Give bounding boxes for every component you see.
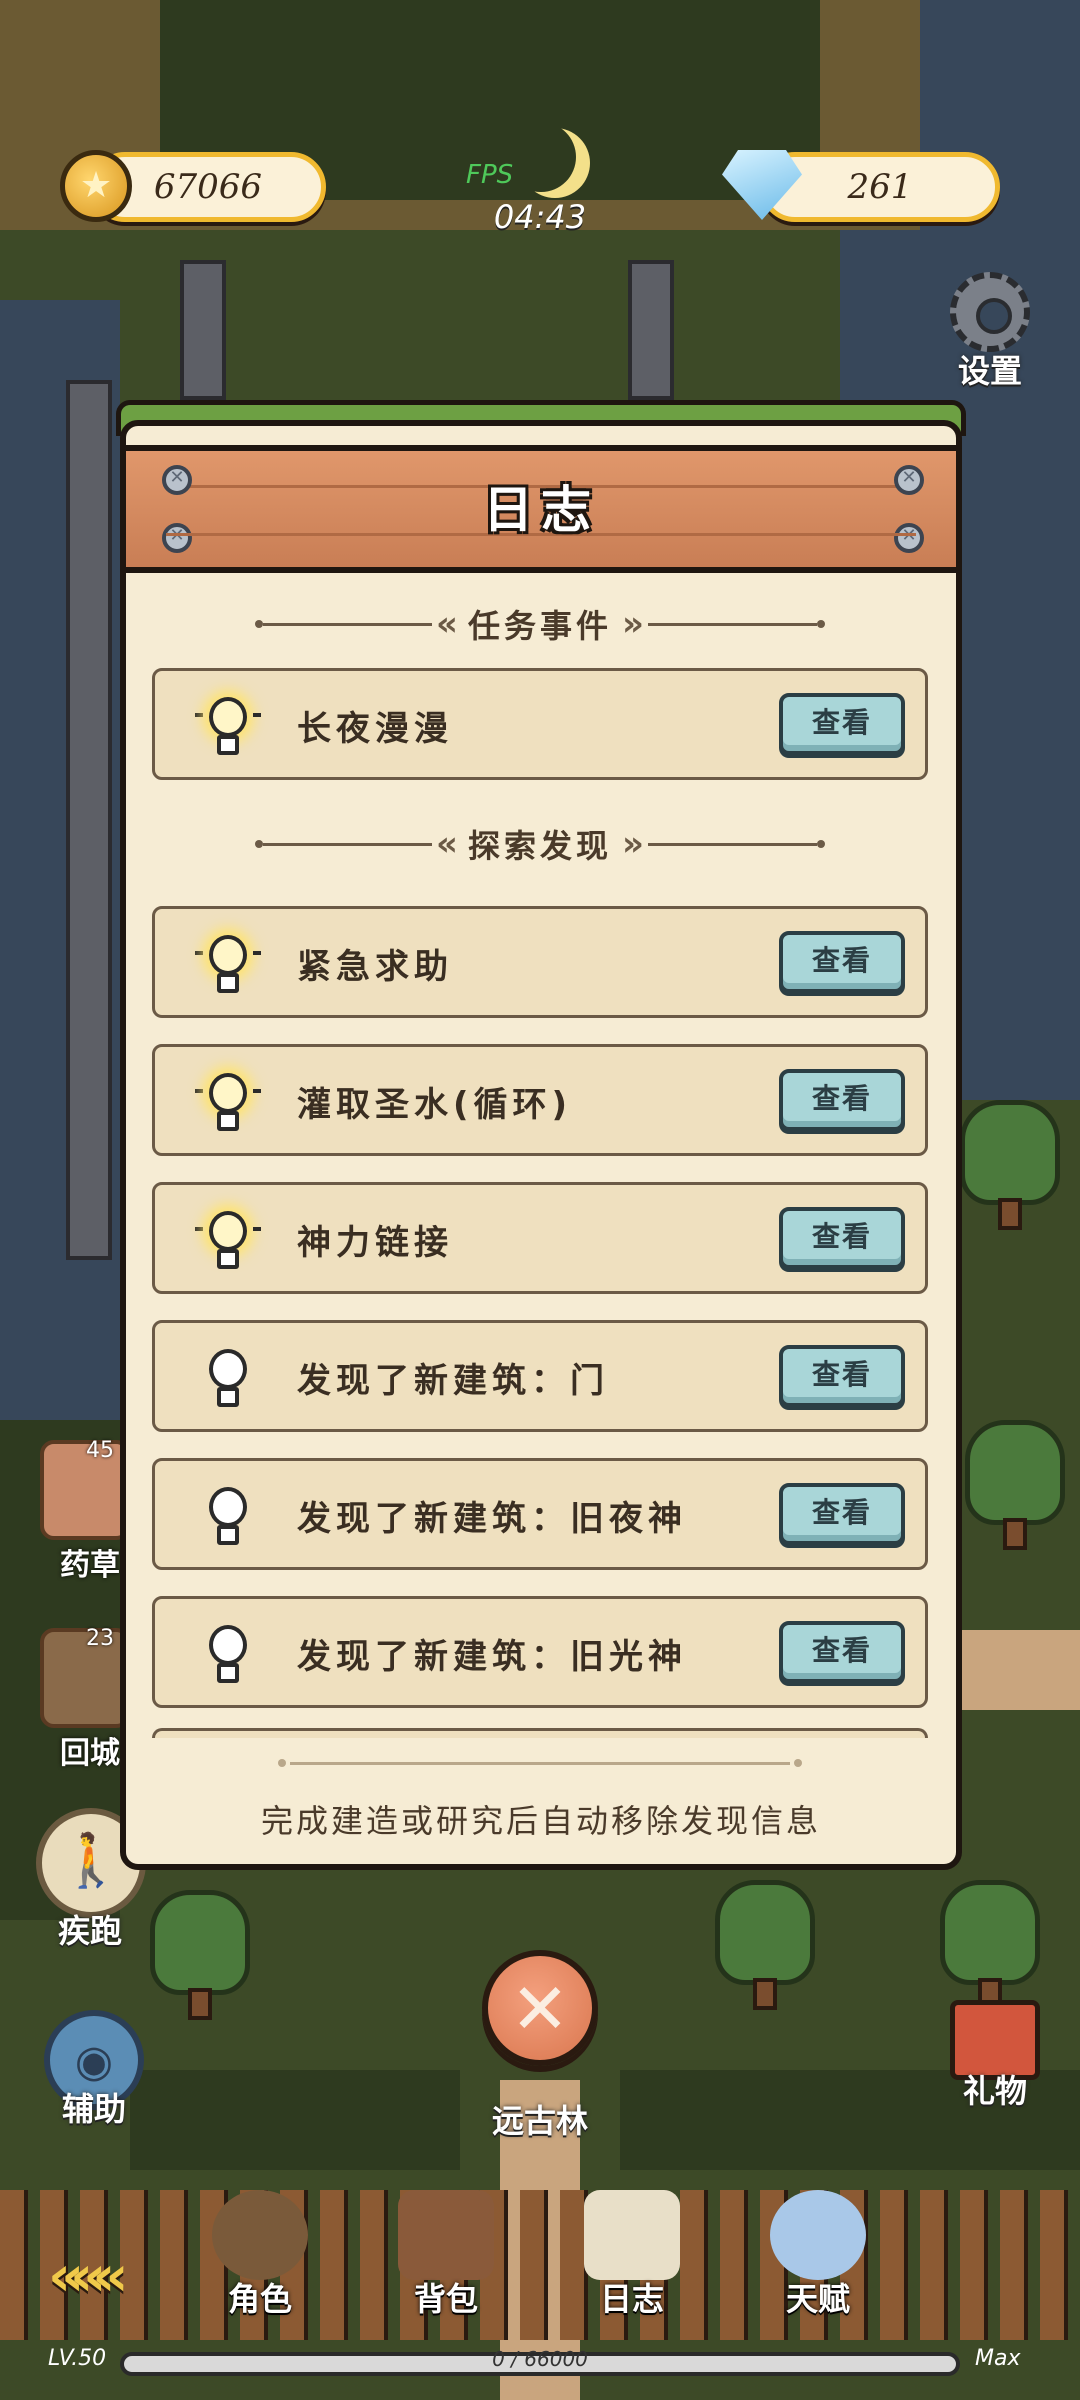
collapse-arrow-icon[interactable]: «««: [48, 2244, 128, 2309]
night-timer: 04:43: [493, 198, 587, 236]
section-header-quests: « 任务事件 »: [255, 602, 826, 646]
list-item: 发现了新建筑：旧夜神 查看: [152, 1458, 928, 1570]
lightbulb-lit-icon: [195, 1069, 261, 1139]
tree: [715, 1880, 815, 2010]
view-button[interactable]: 查看: [779, 693, 905, 755]
lightbulb-icon: [201, 1345, 255, 1415]
entry-label: 神力链接: [297, 1223, 453, 1263]
xp-progress: 0 / 66000: [492, 2347, 588, 2371]
view-button[interactable]: 查看: [779, 1621, 905, 1683]
entry-label: 发现了新建筑：门: [297, 1361, 609, 1401]
gem-counter: 261: [760, 152, 1000, 222]
lightbulb-icon: [201, 1483, 255, 1553]
section-title: 探索发现: [468, 827, 613, 865]
list-item-partial: [152, 1728, 928, 1738]
tree: [960, 1100, 1060, 1230]
chevron-right-icon: »: [622, 824, 644, 864]
player-level: LV.50: [48, 2346, 107, 2371]
lightbulb-lit-icon: [195, 931, 261, 1001]
nav-character-label: 角色: [227, 2280, 292, 2318]
entry-label: 紧急求助: [297, 947, 453, 987]
gift-label: 礼物: [962, 2072, 1027, 2110]
chevron-right-icon: »: [622, 604, 644, 644]
xp-max-label: Max: [975, 2346, 1021, 2371]
nav-bag-label: 背包: [413, 2280, 478, 2318]
entry-label: 发现了新建筑：旧光神: [297, 1637, 687, 1677]
view-button[interactable]: 查看: [779, 931, 905, 993]
flower-icon: [40, 1440, 130, 1540]
view-button[interactable]: 查看: [779, 1483, 905, 1545]
list-item: 长夜漫漫 查看: [152, 668, 928, 780]
footer-divider: [278, 1759, 802, 1767]
list-item: 神力链接 查看: [152, 1182, 928, 1294]
close-button[interactable]: [482, 1950, 598, 2066]
nav-log-label: 日志: [599, 2280, 664, 2318]
settings-button[interactable]: 设置: [940, 272, 1040, 390]
winged-gem-icon: [770, 2190, 866, 2280]
view-button[interactable]: 查看: [779, 1345, 905, 1407]
nav-talent-label: 天赋: [785, 2280, 850, 2318]
moon-icon: [506, 122, 576, 192]
chevron-left-icon: «: [436, 604, 458, 644]
nav-character[interactable]: 角色: [200, 2190, 320, 2320]
return-count: 23: [86, 1626, 114, 1651]
gift-button[interactable]: 礼物: [940, 1990, 1050, 2110]
nav-talent[interactable]: 天赋: [758, 2190, 878, 2320]
backpack-icon: [398, 2190, 494, 2280]
list-item: 紧急求助 查看: [152, 906, 928, 1018]
list-item: 发现了新建筑：门 查看: [152, 1320, 928, 1432]
nav-bag[interactable]: 背包: [386, 2190, 506, 2320]
character-icon: [212, 2190, 308, 2280]
coin-icon: [60, 150, 132, 222]
entry-label: 灌取圣水(循环): [297, 1085, 573, 1125]
entry-label: 长夜漫漫: [297, 709, 453, 749]
herb-count: 45: [86, 1438, 114, 1463]
location-label: 远古林: [491, 2102, 588, 2140]
lightbulb-icon: [201, 1621, 255, 1691]
book-icon: [584, 2190, 680, 2280]
lightbulb-lit-icon: [195, 1207, 261, 1277]
view-button[interactable]: 查看: [779, 1069, 905, 1131]
dialog-title: 日志: [483, 481, 599, 539]
list-item: 灌取圣水(循环) 查看: [152, 1044, 928, 1156]
section-title: 任务事件: [468, 607, 613, 645]
view-button[interactable]: 查看: [779, 1207, 905, 1269]
assist-label: 辅助: [61, 2090, 126, 2128]
button-icon: ◉: [74, 2036, 114, 2087]
section-header-discoveries: « 探索发现 »: [255, 822, 826, 866]
fps-label: FPS: [466, 160, 514, 190]
footer-hint: 完成建造或研究后自动移除发现信息: [260, 1802, 821, 1840]
gear-icon: [950, 272, 1030, 352]
list-item: 发现了新建筑：旧光神 查看: [152, 1596, 928, 1708]
lightbulb-lit-icon: [195, 693, 261, 763]
entry-label: 发现了新建筑：旧夜神: [297, 1499, 687, 1539]
scroll-icon: [40, 1628, 130, 1728]
sprint-label: 疾跑: [57, 1912, 122, 1950]
chevron-left-icon: «: [436, 824, 458, 864]
nav-log[interactable]: 日志: [572, 2190, 692, 2320]
tree: [150, 1890, 250, 2020]
settings-label: 设置: [957, 352, 1022, 390]
tree: [965, 1420, 1065, 1550]
